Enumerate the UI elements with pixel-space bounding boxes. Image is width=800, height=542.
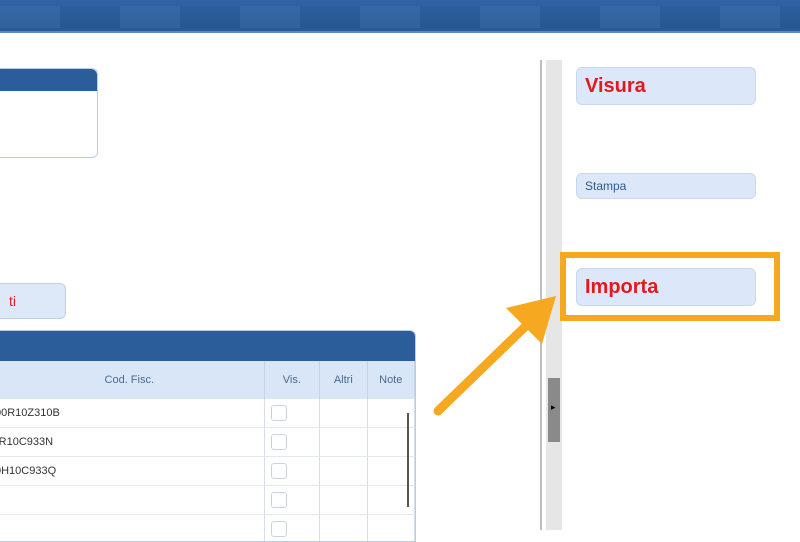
app-header-bar	[0, 0, 800, 50]
table-row[interactable]: 00R10Z310B	[0, 399, 415, 428]
caret-right-icon: ▸	[551, 403, 556, 413]
altri-cell	[320, 399, 367, 428]
vis-cell	[264, 457, 320, 486]
highlight-box	[560, 252, 780, 321]
grid-scrollbar[interactable]	[407, 413, 409, 507]
column-header-altri[interactable]: Altri	[320, 361, 367, 399]
grid-header-bar	[0, 331, 415, 361]
cod-fisc-cell	[0, 486, 264, 515]
header-texture	[0, 6, 800, 28]
table-row[interactable]: 0H10C933Q	[0, 457, 415, 486]
cod-fisc-cell: )R10C933N	[0, 428, 264, 457]
stampa-button-label: Stampa	[585, 179, 626, 193]
visura-button[interactable]: Visura	[576, 67, 756, 105]
vis-checkbox[interactable]	[271, 521, 287, 537]
altri-cell	[320, 486, 367, 515]
results-table: Cod. Fisc. Vis. Altri Note 00R10Z310B )R…	[0, 361, 415, 542]
note-cell	[367, 515, 414, 542]
red-action-button-label: ti	[9, 293, 16, 309]
column-header-note[interactable]: Note	[367, 361, 414, 399]
vis-checkbox[interactable]	[271, 463, 287, 479]
table-row[interactable]	[0, 486, 415, 515]
vis-cell	[264, 399, 320, 428]
cod-fisc-cell: 0H10C933Q	[0, 457, 264, 486]
stampa-button[interactable]: Stampa	[576, 173, 756, 199]
cod-fisc-cell	[0, 515, 264, 542]
visura-button-label: Visura	[585, 75, 646, 98]
filter-panel-header	[0, 69, 97, 91]
vis-cell	[264, 486, 320, 515]
cod-fisc-cell: 00R10Z310B	[0, 399, 264, 428]
altri-cell	[320, 428, 367, 457]
table-row[interactable]	[0, 515, 415, 542]
table-row[interactable]: )R10C933N	[0, 428, 415, 457]
column-header-cod-fisc[interactable]: Cod. Fisc.	[0, 361, 264, 399]
filter-panel	[0, 68, 98, 158]
column-header-vis[interactable]: Vis.	[264, 361, 320, 399]
results-grid: Cod. Fisc. Vis. Altri Note 00R10Z310B )R…	[0, 330, 416, 542]
vis-checkbox[interactable]	[271, 434, 287, 450]
red-action-button[interactable]: ti	[0, 283, 66, 319]
vis-checkbox[interactable]	[271, 405, 287, 421]
vis-cell	[264, 515, 320, 542]
vis-checkbox[interactable]	[271, 492, 287, 508]
altri-cell	[320, 515, 367, 542]
splitter-toggle[interactable]: ▸	[548, 378, 560, 442]
altri-cell	[320, 457, 367, 486]
vis-cell	[264, 428, 320, 457]
header-spacer	[0, 33, 800, 50]
